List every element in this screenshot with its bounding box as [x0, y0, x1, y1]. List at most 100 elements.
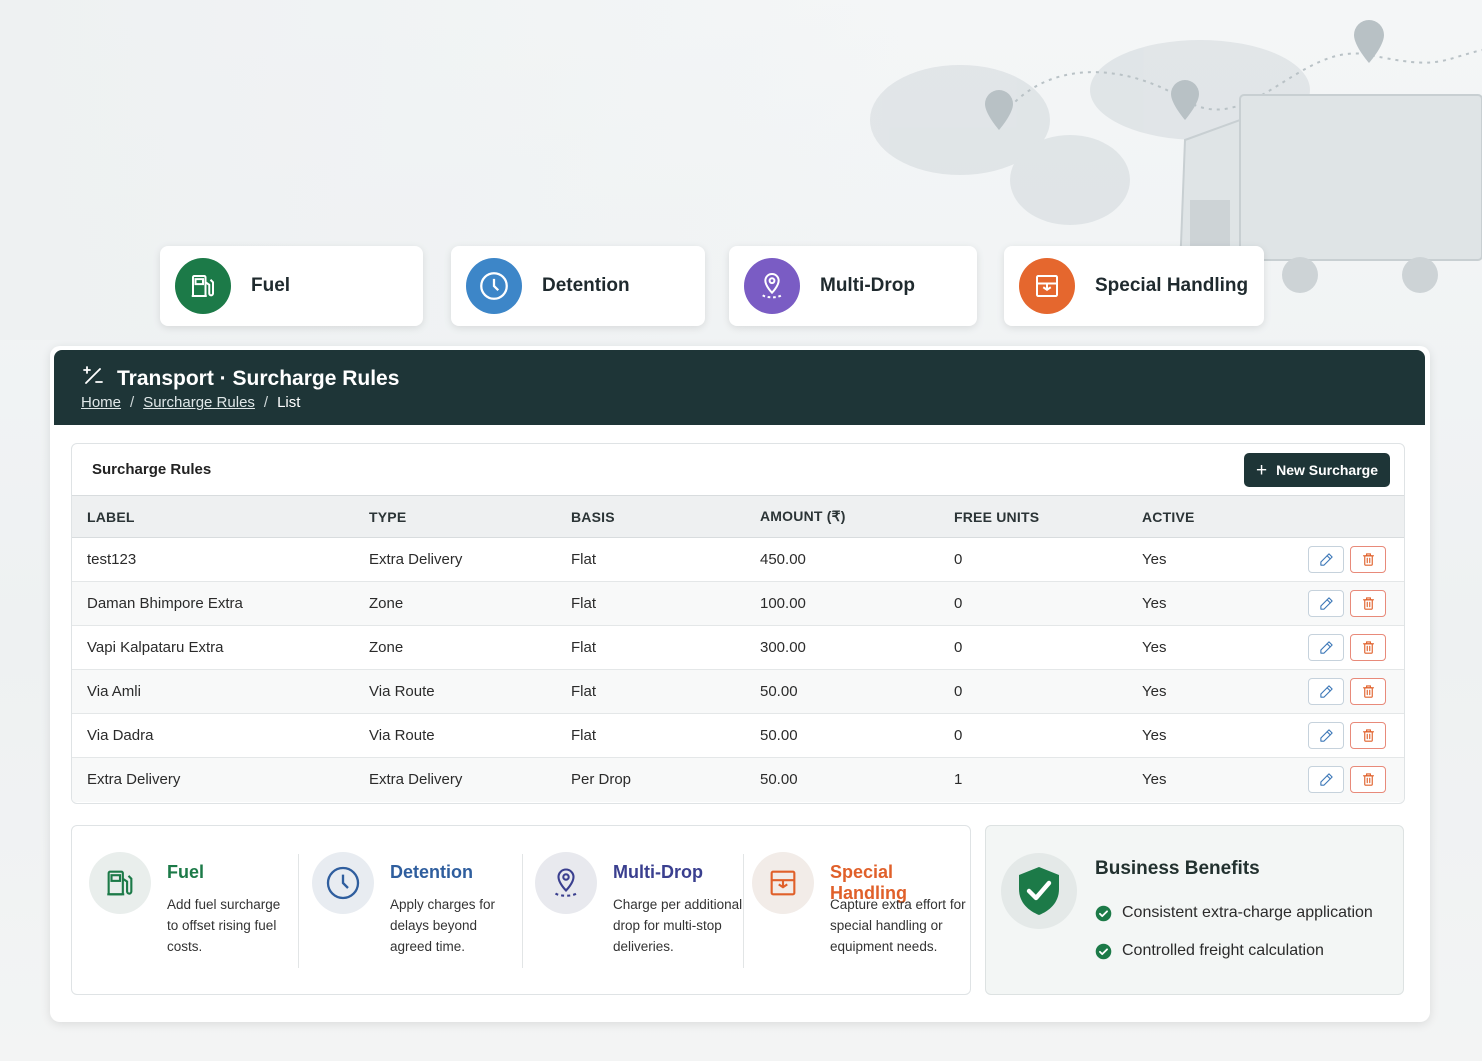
column-header-label[interactable]: LABEL — [72, 495, 369, 538]
cell-active: Yes — [1142, 713, 1282, 758]
cell-free-units: 0 — [954, 669, 1142, 714]
breadcrumb-current: List — [277, 394, 301, 411]
cell-free-units: 1 — [954, 771, 963, 789]
new-surcharge-label: New Surcharge — [1276, 462, 1379, 478]
feature-card-fuel[interactable]: Fuel — [160, 246, 423, 326]
box-handling-icon — [752, 852, 814, 914]
benefit-item: Consistent extra-charge application — [1095, 894, 1373, 932]
cell-label: Extra Delivery — [87, 771, 181, 789]
table-row[interactable]: Vapi Kalpataru Extra Zone Flat 300.00 0 Yes — [72, 625, 1404, 670]
cell-actions — [1282, 537, 1404, 582]
cell-type: Extra Delivery — [369, 771, 463, 789]
table-row[interactable]: Via Amli Via Route Flat 50.00 0 Yes — [72, 669, 1404, 714]
column-header-type[interactable]: TYPE — [369, 495, 571, 538]
row-actions — [1282, 722, 1404, 749]
cell-type: Zone — [369, 581, 571, 626]
cell-amount: 100.00 — [760, 581, 954, 626]
pencil-icon — [1319, 684, 1334, 699]
pencil-icon — [1319, 552, 1334, 567]
trash-icon — [1361, 596, 1376, 611]
feature-card-label: Detention — [542, 275, 630, 296]
cell-active: Yes — [1142, 581, 1282, 626]
delete-button[interactable] — [1350, 546, 1386, 573]
pencil-icon — [1319, 772, 1334, 787]
trash-icon — [1361, 640, 1376, 655]
shield-check-icon — [1001, 853, 1077, 929]
edit-button[interactable] — [1308, 722, 1344, 749]
row-actions — [1282, 546, 1404, 573]
cell-actions — [1282, 713, 1404, 758]
info-item-fuel: Fuel Add fuel surcharge to offset rising… — [89, 852, 309, 967]
plus-icon: + — [1255, 459, 1268, 481]
card-title: Surcharge Rules — [92, 461, 212, 478]
surcharge-rules-card: Surcharge Rules + New Surcharge LABEL TY… — [71, 443, 1405, 804]
delete-button[interactable] — [1350, 766, 1386, 794]
table-row[interactable]: test123 Extra Delivery Flat 450.00 0 Yes — [72, 537, 1404, 582]
cell-type: Via Route — [369, 669, 571, 714]
cell-basis: Flat — [571, 625, 760, 670]
table-row[interactable]: Daman Bhimpore Extra Zone Flat 100.00 0 Yes — [72, 581, 1404, 626]
cell-amount: 450.00 — [760, 537, 954, 582]
pencil-icon — [1319, 728, 1334, 743]
delete-button[interactable] — [1350, 590, 1386, 617]
column-header-active[interactable]: ACTIVE — [1142, 495, 1282, 538]
row-actions — [1282, 766, 1404, 794]
cell-basis: Flat — [571, 713, 760, 758]
breadcrumb-section-link[interactable]: Surcharge Rules — [143, 394, 255, 411]
cell-actions — [1282, 581, 1404, 626]
cell-active: Yes — [1142, 771, 1167, 789]
cell-active: Yes — [1142, 625, 1282, 670]
edit-button[interactable] — [1308, 678, 1344, 705]
trash-icon — [1361, 728, 1376, 743]
feature-card-detention[interactable]: Detention — [451, 246, 705, 326]
trash-icon — [1361, 684, 1376, 699]
info-item-detention: Detention Apply charges for delays beyon… — [312, 852, 532, 967]
page-header: Transport · Surcharge Rules Home / Surch… — [54, 350, 1425, 425]
column-header-basis[interactable]: BASIS — [571, 495, 760, 538]
table-row[interactable]: Extra Delivery Extra Delivery Per Drop 50.0… — [72, 757, 1404, 802]
breadcrumb-separator: / — [130, 394, 135, 411]
surcharge-types-info-card: Fuel Add fuel surcharge to offset rising… — [71, 825, 971, 995]
delete-button[interactable] — [1350, 722, 1386, 749]
cell-amount: 50.00 — [760, 669, 954, 714]
cell-free-units: 0 — [954, 581, 1142, 626]
edit-button[interactable] — [1308, 634, 1344, 661]
pencil-icon — [1319, 640, 1334, 655]
column-header-free-units[interactable]: FREE UNITS — [954, 495, 1142, 538]
clock-icon — [466, 258, 522, 314]
new-surcharge-button[interactable]: + New Surcharge — [1244, 453, 1390, 487]
column-header-amount[interactable]: AMOUNT (₹) — [760, 495, 954, 538]
check-circle-icon — [1095, 905, 1112, 922]
divider — [743, 854, 744, 968]
cell-free-units: 0 — [954, 625, 1142, 670]
delete-button[interactable] — [1350, 634, 1386, 661]
info-item-multi-drop: Multi-Drop Charge per additional drop fo… — [535, 852, 755, 967]
cell-basis: Flat — [571, 669, 760, 714]
info-title: Multi-Drop — [613, 862, 703, 882]
column-header-actions — [1282, 495, 1404, 538]
benefit-item: Controlled freight calculation — [1095, 932, 1373, 970]
info-description: Apply charges for delays beyond agreed t… — [390, 897, 496, 954]
map-pin-route-icon — [744, 258, 800, 314]
cell-label: Via Dadra — [72, 713, 369, 758]
delete-button[interactable] — [1350, 678, 1386, 705]
edit-button[interactable] — [1308, 546, 1344, 573]
trash-icon — [1361, 552, 1376, 567]
info-item-special-handling: Special Handling Capture extra effort fo… — [752, 852, 972, 967]
table-header-row: LABEL TYPE BASIS AMOUNT (₹) FREE UNITS A… — [72, 495, 1404, 538]
business-benefits-card: Business Benefits Consistent extra-charg… — [985, 825, 1404, 995]
cell-basis: Flat — [571, 537, 760, 582]
table-row[interactable]: Via Dadra Via Route Flat 50.00 0 Yes — [72, 713, 1404, 758]
cell-actions — [1282, 669, 1404, 714]
cell-free-units: 0 — [954, 537, 1142, 582]
feature-card-multi-drop[interactable]: Multi-Drop — [729, 246, 977, 326]
feature-card-special-handling[interactable]: Special Handling — [1004, 246, 1264, 326]
edit-button[interactable] — [1308, 590, 1344, 617]
cell-type: Via Route — [369, 713, 571, 758]
edit-button[interactable] — [1308, 766, 1344, 794]
check-circle-icon — [1095, 943, 1112, 960]
breadcrumb-separator: / — [263, 394, 269, 411]
breadcrumb-home-link[interactable]: Home — [81, 394, 121, 411]
percent-icon — [81, 364, 105, 393]
cell-actions — [1282, 758, 1404, 802]
